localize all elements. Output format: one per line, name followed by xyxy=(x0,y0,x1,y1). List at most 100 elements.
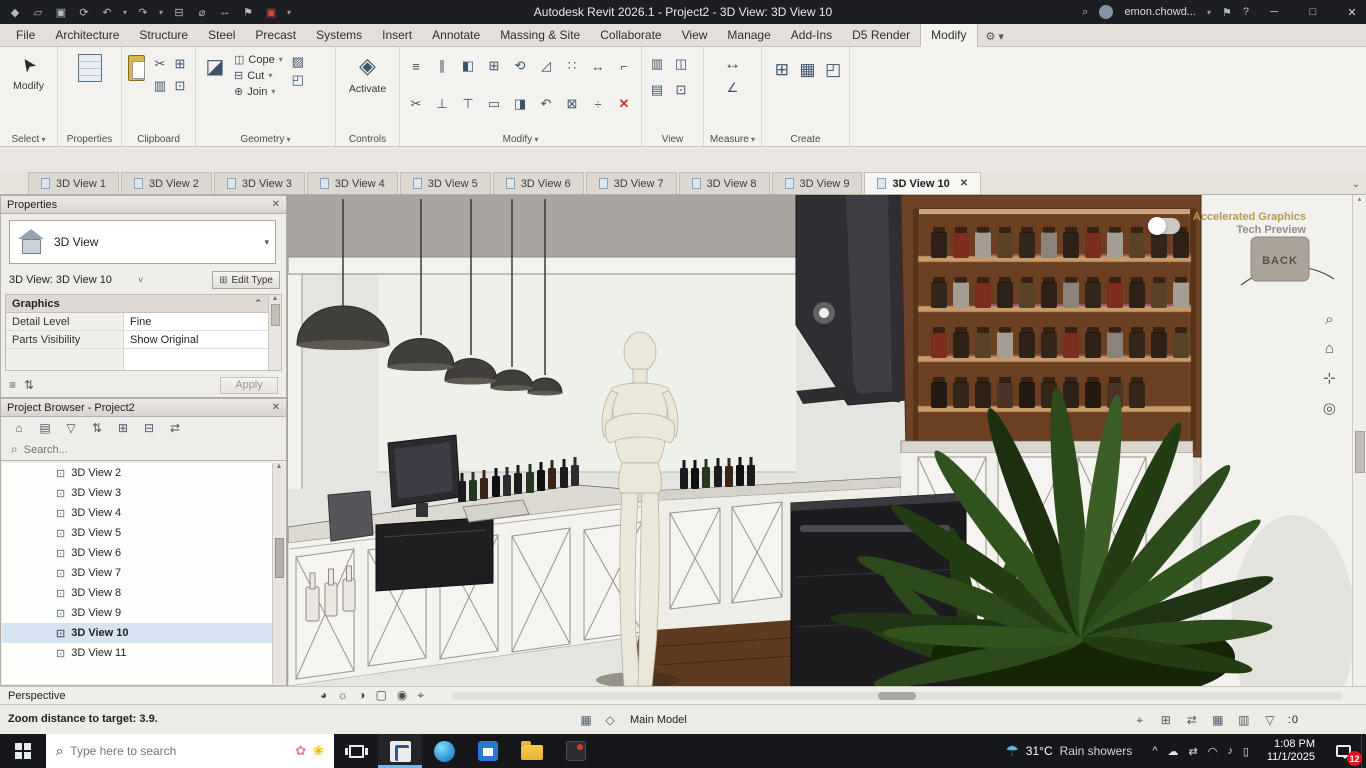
accelerated-graphics-toggle[interactable] xyxy=(1148,217,1180,235)
select-pinned-icon[interactable]: ⇄ xyxy=(1184,712,1200,728)
sheets-icon[interactable]: ▤ xyxy=(37,420,53,436)
chevron-down-icon[interactable]: ˅ xyxy=(138,275,143,285)
scroll-up-icon[interactable]: ▲ xyxy=(272,295,279,302)
array-icon[interactable]: ∷ xyxy=(560,51,584,81)
demolish-icon[interactable]: ◰ xyxy=(289,71,307,89)
show-desktop-button[interactable] xyxy=(1361,734,1366,768)
search-input[interactable] xyxy=(23,443,276,456)
tab-manage[interactable]: Manage xyxy=(717,24,780,46)
paste-icon[interactable] xyxy=(128,55,145,81)
view-tab[interactable]: 3D View 8 xyxy=(678,172,770,194)
tab-systems[interactable]: Systems xyxy=(306,24,372,46)
tab-d5-render[interactable]: D5 Render xyxy=(842,24,920,46)
close-icon[interactable]: ✕ xyxy=(272,199,280,210)
tab-structure[interactable]: Structure xyxy=(129,24,198,46)
scroll-up-icon[interactable]: ▴ xyxy=(1358,195,1362,203)
filter-icon[interactable]: ▽ xyxy=(63,420,79,436)
group-graphics[interactable]: Graphics ⌃ xyxy=(6,295,268,313)
taskbar-clock[interactable]: 1:08 PM 11/1/2025 xyxy=(1257,734,1325,768)
views-icon[interactable]: ⌂ xyxy=(11,420,27,436)
reveal-hidden-icon[interactable]: ◉ xyxy=(397,688,407,703)
panel-label-measure[interactable]: Measure xyxy=(704,134,761,145)
tree-item[interactable]: ⊡ 3D View 9 xyxy=(2,603,272,623)
tab-view[interactable]: View xyxy=(672,24,718,46)
copy-element-icon[interactable]: ⊞ xyxy=(482,51,506,81)
tree-item[interactable]: ⊡ 3D View 11 xyxy=(2,643,272,663)
start-button[interactable] xyxy=(0,734,46,768)
select-underlay-icon[interactable]: ⊞ xyxy=(1158,712,1174,728)
match-type-icon[interactable]: ▥ xyxy=(151,77,169,95)
design-options-icon[interactable]: ◇ xyxy=(602,712,618,728)
create-parts-icon[interactable]: ⊞ xyxy=(772,57,792,83)
view-tab[interactable]: 3D View 1 xyxy=(28,172,119,194)
unpin-icon[interactable]: ⊤ xyxy=(456,89,480,119)
maximize-button[interactable]: □ xyxy=(1299,0,1327,24)
scrollbar-thumb[interactable] xyxy=(1354,431,1365,473)
pan-icon[interactable]: ⊹ xyxy=(1323,369,1336,387)
redo-icon[interactable]: ↷ xyxy=(136,6,150,19)
select-by-face-icon[interactable]: ▦ xyxy=(1210,712,1226,728)
design-option-dropdown[interactable]: Main Model xyxy=(626,714,691,726)
taskbar-app-edge[interactable] xyxy=(422,734,466,768)
save-icon[interactable]: ▣ xyxy=(54,6,68,19)
collapse-all-icon[interactable]: ⊟ xyxy=(141,420,157,436)
show-hidden-lines-icon[interactable]: ◫ xyxy=(672,55,690,73)
worksets-icon[interactable]: ▦ xyxy=(578,712,594,728)
help-icon[interactable]: ? xyxy=(1243,6,1249,18)
trim-icon[interactable]: ⌐ xyxy=(612,51,636,81)
battery-icon[interactable]: ▯ xyxy=(1243,745,1249,758)
properties-toggle-button[interactable] xyxy=(58,47,121,131)
demolish-element-icon[interactable]: ⊠ xyxy=(560,89,584,119)
view-tab[interactable]: 3D View 7 xyxy=(585,172,677,194)
param-value[interactable]: Show Original xyxy=(124,331,268,348)
volume-icon[interactable]: ♪ xyxy=(1227,745,1233,757)
view-tab[interactable]: 3D View 9 xyxy=(771,172,863,194)
view-tab[interactable]: 3D View 2 xyxy=(120,172,212,194)
tree-item[interactable]: ⊡ 3D View 4 xyxy=(2,503,272,523)
qat-customize-icon[interactable]: ▾ xyxy=(287,8,291,17)
tree-item-selected[interactable]: ⊡ 3D View 10 xyxy=(2,623,272,643)
notifications-icon[interactable]: ⚑ xyxy=(1222,6,1232,19)
onedrive-icon[interactable]: ☁ xyxy=(1167,745,1178,758)
taskbar-search-input[interactable] xyxy=(70,744,289,758)
join-elements-icon[interactable]: ▭ xyxy=(482,89,506,119)
sort-icon[interactable]: ⇅ xyxy=(89,420,105,436)
tree-item[interactable]: ⊡ 3D View 5 xyxy=(2,523,272,543)
selection-box-icon[interactable]: ⌖ xyxy=(417,688,424,703)
tree-item[interactable]: ⊡ 3D View 6 xyxy=(2,543,272,563)
scroll-up-icon[interactable]: ▲ xyxy=(276,463,283,470)
instance-selector[interactable]: 3D View: 3D View 10 xyxy=(9,274,112,286)
create-group-icon[interactable]: ◰ xyxy=(823,57,843,83)
taskbar-search[interactable]: ⌕ ✿ ❀ xyxy=(46,734,334,768)
redo-dropdown-icon[interactable]: ▾ xyxy=(159,8,163,17)
close-view-icon[interactable]: ✕ xyxy=(960,178,968,189)
type-selector[interactable]: 3D View ▾ xyxy=(9,220,276,264)
tab-massing-site[interactable]: Massing & Site xyxy=(490,24,590,46)
scrollbar-thumb[interactable] xyxy=(270,304,280,326)
tab-collaborate[interactable]: Collaborate xyxy=(590,24,671,46)
move-icon[interactable]: ↔ xyxy=(586,51,610,81)
dimension-icon[interactable]: ↔ xyxy=(218,6,232,18)
visual-style-icon[interactable]: ◕ xyxy=(320,688,327,703)
copy-icon[interactable]: ⊞ xyxy=(171,55,189,73)
join-button[interactable]: ⊕ Join ▾ xyxy=(234,85,283,99)
pin-icon[interactable]: ⊥ xyxy=(430,89,454,119)
scale-icon[interactable]: ◿ xyxy=(534,51,558,81)
divide-icon[interactable]: ÷ xyxy=(586,89,610,119)
sort-params-icon[interactable]: ⇅ xyxy=(24,378,34,392)
tab-file[interactable]: File xyxy=(6,24,45,46)
tree-item[interactable]: ⊡ 3D View 7 xyxy=(2,563,272,583)
account-dropdown-icon[interactable]: ▾ xyxy=(1207,8,1211,17)
tab-steel[interactable]: Steel xyxy=(198,24,245,46)
view-tab[interactable]: 3D View 5 xyxy=(399,172,491,194)
sun-path-icon[interactable]: ☼ xyxy=(337,688,348,703)
weather-widget[interactable]: ☂ 31°C Rain showers xyxy=(993,734,1144,768)
angular-dimension-icon[interactable]: ∠ xyxy=(724,79,742,97)
undo-icon[interactable]: ↶ xyxy=(100,6,114,19)
panel-label-select[interactable]: Select xyxy=(0,134,57,145)
wifi-icon[interactable]: ◠ xyxy=(1208,745,1218,758)
home-view-icon[interactable]: ⌂ xyxy=(1325,340,1334,357)
view-tab[interactable]: 3D View 3 xyxy=(213,172,305,194)
viewport-vertical-scrollbar[interactable]: ▴ xyxy=(1352,195,1366,686)
associate-params-icon[interactable]: ≡ xyxy=(9,378,16,392)
